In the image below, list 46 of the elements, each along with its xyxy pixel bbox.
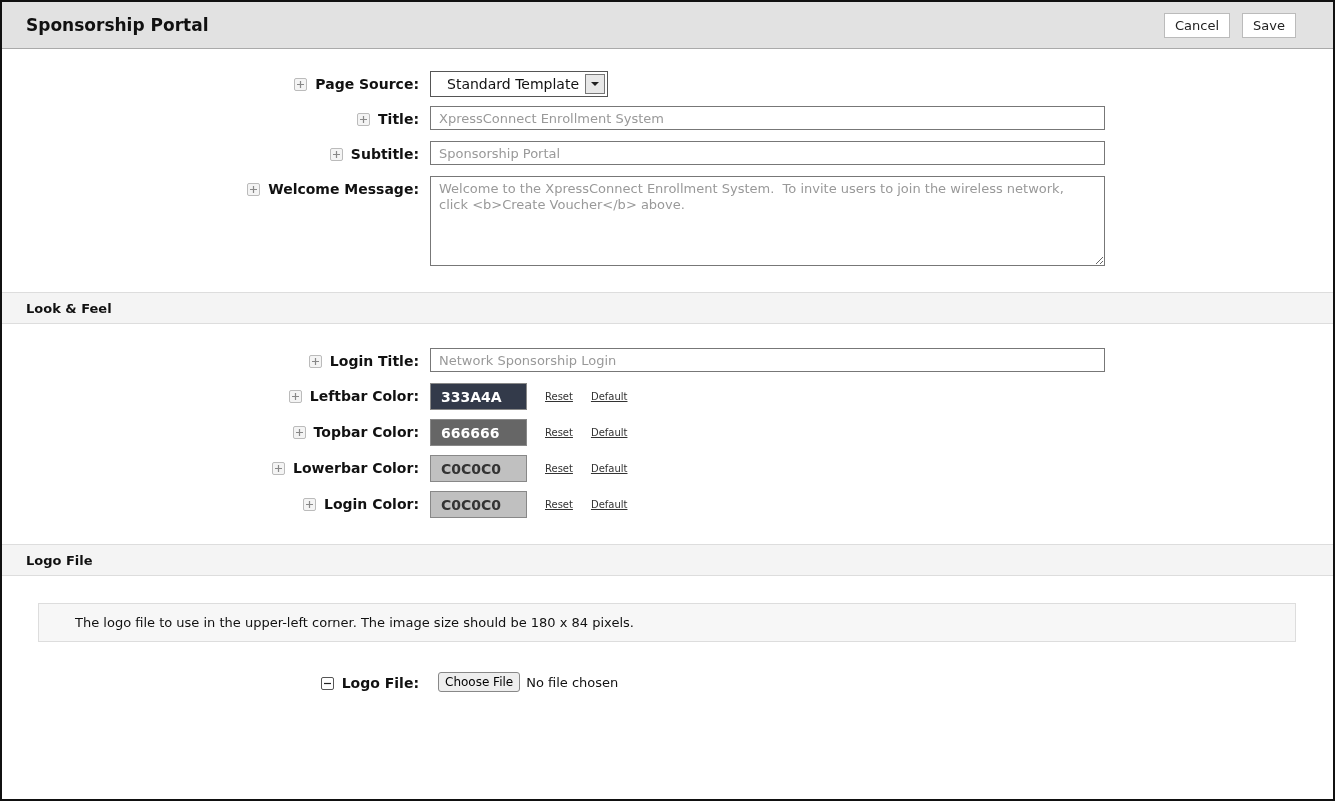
color-swatch[interactable]: 666666 xyxy=(430,419,527,446)
field-label: Logo File: xyxy=(341,675,419,691)
collapse-icon[interactable] xyxy=(320,676,334,690)
expand-icon[interactable] xyxy=(294,77,308,91)
link[interactable]: Reset xyxy=(545,499,573,510)
field-label: Lowerbar Color: xyxy=(293,460,419,476)
field-label: Welcome Message: xyxy=(268,181,419,197)
message-textarea[interactable]: Welcome to the XpressConnect Enrollment System. To invite users to join the wireless network, click <b>Create Voucher</b> above. xyxy=(430,176,1105,266)
link[interactable]: Reset xyxy=(545,463,573,474)
text-field[interactable]: XpressConnect Enrollment System xyxy=(430,106,1105,130)
text-field[interactable]: Network Sponsorship Login xyxy=(430,348,1105,372)
field-label: Topbar Color: xyxy=(313,424,419,440)
field-label: Page Source: xyxy=(315,76,419,92)
section-heading: Logo File xyxy=(2,544,1333,576)
header-button[interactable]: Save xyxy=(1242,12,1296,38)
field-label: Title: xyxy=(378,111,419,127)
expand-icon[interactable] xyxy=(308,354,322,368)
link[interactable]: Reset xyxy=(545,427,573,438)
file-status-text: No file chosen xyxy=(526,674,619,690)
field-label: Login Color: xyxy=(324,496,419,512)
expand-icon[interactable] xyxy=(288,389,302,403)
field-label: Subtitle: xyxy=(350,146,419,162)
link[interactable]: Default xyxy=(590,499,628,510)
caret-icon xyxy=(585,74,606,94)
expand-icon[interactable] xyxy=(247,182,261,196)
expand-icon[interactable] xyxy=(357,112,371,126)
expand-icon[interactable] xyxy=(272,461,286,475)
description-panel: The logo file to use in the upper-left corner. The image size should be 180 x 84 pixels. xyxy=(38,603,1296,642)
choose-file-button[interactable]: Choose File xyxy=(438,672,521,692)
link[interactable]: Default xyxy=(590,463,628,474)
color-swatch[interactable]: C0C0C0 xyxy=(430,455,527,482)
page-title: Sponsorship Portal xyxy=(26,15,209,35)
field-label: Login Title: xyxy=(329,353,419,369)
header-button[interactable]: Cancel xyxy=(1164,12,1231,38)
text-field[interactable]: Sponsorship Portal xyxy=(430,141,1105,165)
link[interactable]: Default xyxy=(590,427,628,438)
section-heading: Look & Feel xyxy=(2,292,1333,324)
template-dropdown[interactable]: Standard Template xyxy=(430,71,609,97)
expand-icon[interactable] xyxy=(292,425,306,439)
expand-icon[interactable] xyxy=(329,147,343,161)
expand-icon[interactable] xyxy=(303,497,316,511)
field-label: Leftbar Color: xyxy=(309,388,419,404)
color-swatch[interactable]: 333A4A xyxy=(430,383,527,410)
link[interactable]: Default xyxy=(590,391,628,402)
color-swatch[interactable]: C0C0C0 xyxy=(430,491,527,518)
link[interactable]: Reset xyxy=(545,391,573,402)
